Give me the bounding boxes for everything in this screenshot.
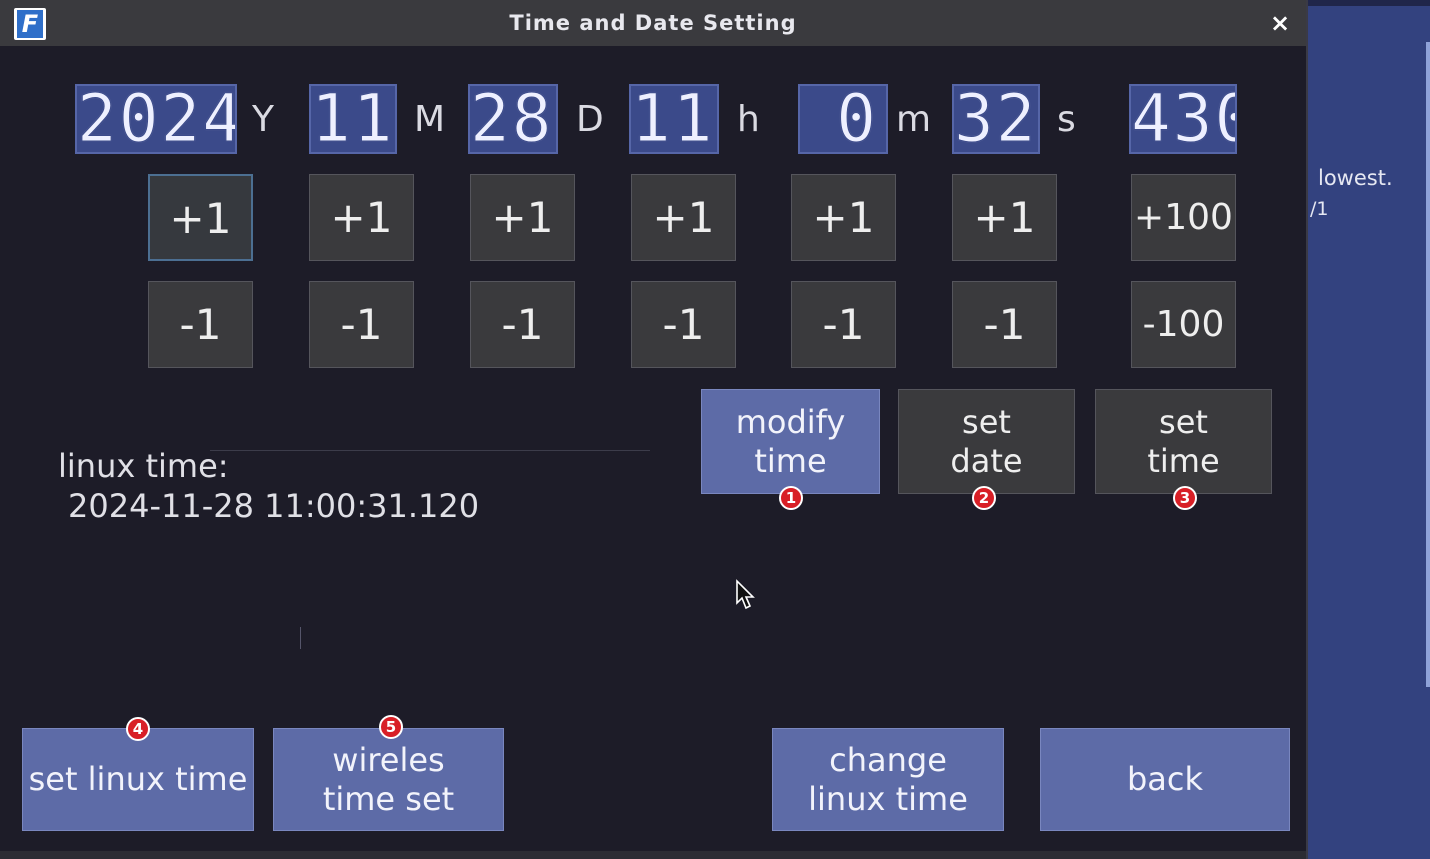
background-text-line: lowest. bbox=[1318, 166, 1393, 190]
background-window-topbar bbox=[1308, 0, 1430, 6]
dialog-bottom-edge bbox=[0, 851, 1306, 859]
annotation-badge-4: 4 bbox=[126, 717, 150, 741]
title-bar[interactable]: F Time and Date Setting × bbox=[0, 0, 1306, 46]
close-icon: × bbox=[1269, 9, 1291, 37]
back-button[interactable]: back bbox=[1040, 728, 1290, 831]
minute-plus-button[interactable]: +1 bbox=[791, 174, 896, 261]
annotation-badge-1: 1 bbox=[779, 486, 803, 510]
set-time-label: set time bbox=[1147, 402, 1220, 480]
annotation-badge-5: 5 bbox=[379, 715, 403, 739]
text-caret bbox=[300, 627, 301, 649]
linux-time-value: 2024-11-28 11:00:31.120 bbox=[68, 487, 480, 525]
month-display: 11 bbox=[309, 84, 397, 154]
month-plus-button[interactable]: +1 bbox=[309, 174, 414, 261]
year-unit-label: Y bbox=[252, 99, 274, 140]
minute-minus-button[interactable]: -1 bbox=[791, 281, 896, 368]
second-unit-label: s bbox=[1057, 99, 1076, 140]
month-minus-button[interactable]: -1 bbox=[309, 281, 414, 368]
month-unit-label: M bbox=[414, 99, 446, 140]
year-plus-button[interactable]: +1 bbox=[148, 174, 253, 261]
day-minus-button[interactable]: -1 bbox=[470, 281, 575, 368]
set-linux-time-label: set linux time bbox=[28, 760, 248, 798]
set-date-button[interactable]: set date bbox=[898, 389, 1075, 494]
minute-unit-label: m bbox=[896, 99, 932, 140]
app-logo-letter: F bbox=[17, 10, 43, 38]
minute-display: 0 bbox=[798, 84, 888, 154]
wireless-time-set-button[interactable]: wireles time set bbox=[273, 728, 504, 831]
millisecond-minus-button[interactable]: -100 bbox=[1131, 281, 1236, 368]
hour-minus-button[interactable]: -1 bbox=[631, 281, 736, 368]
modify-time-button[interactable]: modify time bbox=[701, 389, 880, 494]
year-minus-button[interactable]: -1 bbox=[148, 281, 253, 368]
annotation-badge-2: 2 bbox=[972, 486, 996, 510]
second-plus-button[interactable]: +1 bbox=[952, 174, 1057, 261]
day-unit-label: D bbox=[576, 99, 604, 140]
mouse-pointer-icon bbox=[736, 579, 755, 610]
day-display: 28 bbox=[468, 84, 558, 154]
back-label: back bbox=[1126, 760, 1204, 798]
time-date-dialog: F Time and Date Setting × 2024 Y 11 M 28… bbox=[0, 0, 1308, 859]
second-display: 32 bbox=[952, 84, 1040, 154]
linux-time-label: linux time: bbox=[58, 447, 229, 485]
divider bbox=[210, 450, 650, 451]
annotation-badge-3: 3 bbox=[1173, 486, 1197, 510]
close-button[interactable]: × bbox=[1264, 8, 1296, 38]
background-scrollbar[interactable] bbox=[1426, 42, 1430, 687]
hour-plus-button[interactable]: +1 bbox=[631, 174, 736, 261]
window-title: Time and Date Setting bbox=[509, 11, 797, 35]
millisecond-plus-button[interactable]: +100 bbox=[1131, 174, 1236, 261]
background-text-line: /1 bbox=[1310, 198, 1329, 220]
modify-time-label: modify time bbox=[735, 402, 846, 480]
set-time-button[interactable]: set time bbox=[1095, 389, 1272, 494]
change-linux-time-button[interactable]: change linux time bbox=[772, 728, 1004, 831]
year-display: 2024 bbox=[75, 84, 237, 154]
app-logo-icon: F bbox=[14, 8, 46, 40]
set-linux-time-button[interactable]: set linux time bbox=[22, 728, 254, 831]
wireless-time-set-label: wireles time set bbox=[322, 740, 455, 818]
second-minus-button[interactable]: -1 bbox=[952, 281, 1057, 368]
set-date-label: set date bbox=[950, 402, 1023, 480]
hour-unit-label: h bbox=[737, 99, 760, 140]
day-plus-button[interactable]: +1 bbox=[470, 174, 575, 261]
hour-display: 11 bbox=[629, 84, 719, 154]
millisecond-display: 430 bbox=[1129, 84, 1237, 154]
background-window: lowest. /1 bbox=[1308, 0, 1430, 859]
change-linux-time-label: change linux time bbox=[808, 740, 968, 818]
